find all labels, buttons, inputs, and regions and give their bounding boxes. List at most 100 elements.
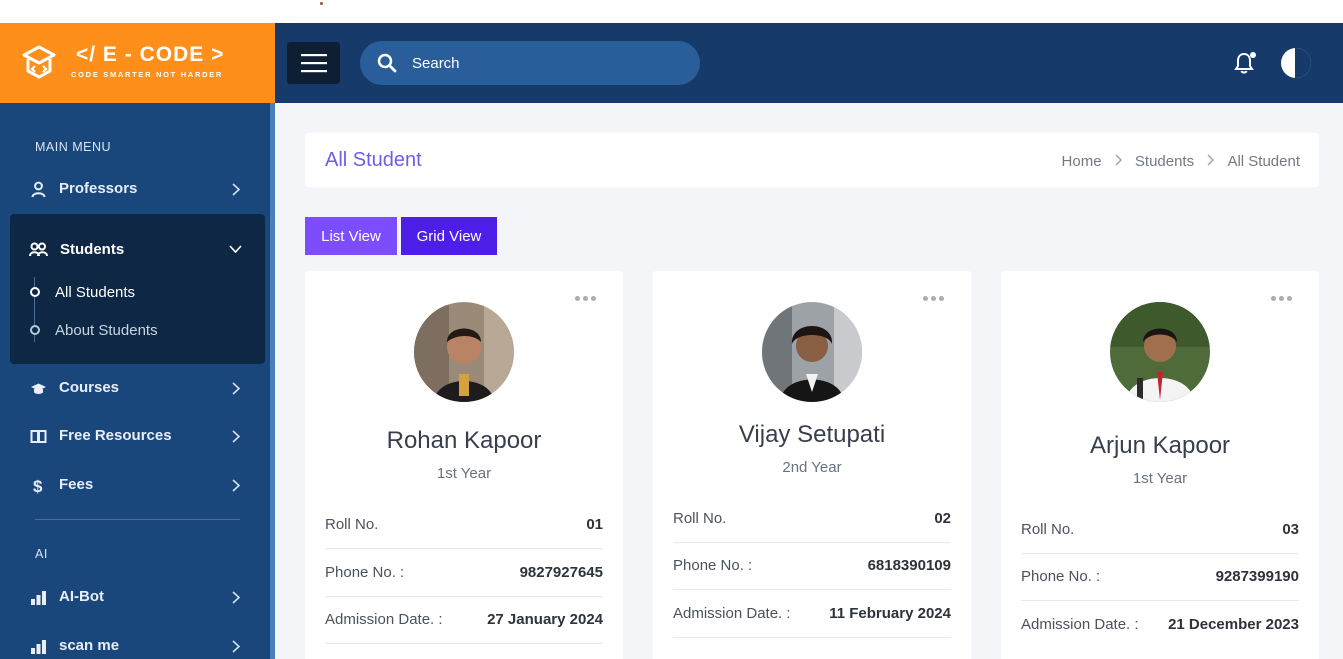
breadcrumb-home-link[interactable]: Home [1062, 153, 1102, 170]
student-name: Rohan Kapoor [386, 427, 542, 454]
sidebar-group-students: Students All Students About Students [10, 214, 265, 364]
user-icon [31, 181, 46, 198]
submenu-item-label: About Students [55, 322, 158, 339]
main-content: All Student Home Students All Student Li… [275, 103, 1343, 659]
more-options-icon[interactable] [1271, 295, 1295, 303]
student-photo [762, 302, 862, 402]
user-avatar[interactable] [1281, 48, 1311, 78]
sidebar-item-label: Courses [59, 379, 120, 396]
sidebar-item-label: Free Resources [59, 427, 172, 444]
sidebar-item-students[interactable]: Students [10, 232, 265, 268]
notification-dot [1250, 52, 1256, 58]
breadcrumb-current: All Student [1227, 152, 1300, 170]
sidebar-item-scan-me[interactable]: scan me [18, 628, 258, 659]
student-name: Vijay Setupati [738, 421, 886, 448]
sidebar-item-label: AI-Bot [59, 588, 104, 605]
search-bar [360, 41, 700, 85]
sidebar-item-ai-bot[interactable]: AI-Bot [18, 579, 258, 615]
sidebar-item-free-resources[interactable]: Free Resources [18, 418, 258, 454]
grid-view-button[interactable]: Grid View [401, 217, 497, 255]
top-strip [0, 0, 1343, 23]
submenu-item-label: All Students [55, 284, 136, 301]
roll-label: Roll No. [673, 510, 727, 527]
brand-tagline: CODE SMARTER NOT HARDER [71, 70, 224, 79]
phone-row: Phone No. : 9827927645 [325, 551, 603, 597]
sidebar-item-label: Professors [59, 180, 138, 197]
sidebar-item-professors[interactable]: Professors [18, 171, 258, 207]
phone-label: Phone No. : [673, 557, 753, 574]
phone-value: 9287399190 [1215, 568, 1299, 585]
page-title: All Student [325, 149, 422, 171]
student-card: Vijay Setupati 2nd Year Roll No. 02 Phon… [653, 271, 971, 659]
search-icon [377, 53, 397, 73]
roll-row: Roll No. 02 [673, 497, 951, 543]
menu-toggle-button[interactable] [287, 42, 340, 84]
roll-label: Roll No. [1021, 521, 1075, 538]
student-card: Arjun Kapoor 1st Year Roll No. 03 Phone … [1001, 271, 1319, 659]
admission-row: Admission Date. : 27 January 2024 [325, 598, 603, 644]
more-options-icon[interactable] [575, 295, 599, 303]
search-input[interactable] [412, 51, 672, 75]
sidebar-divider [35, 519, 240, 520]
student-name: Arjun Kapoor [1089, 432, 1231, 459]
chevron-right-icon [232, 591, 240, 604]
admission-label: Admission Date. : [1021, 616, 1139, 633]
brand-title: </ E - CODE > [76, 43, 225, 66]
logo-box-icon [22, 45, 56, 79]
chevron-right-icon [232, 430, 240, 443]
active-dot-icon [30, 287, 40, 297]
users-icon [29, 242, 48, 257]
admission-label: Admission Date. : [673, 605, 791, 622]
roll-value: 02 [934, 510, 951, 527]
chevron-right-icon [1115, 153, 1122, 170]
chevron-right-icon [1207, 153, 1215, 170]
chevron-right-icon [232, 640, 240, 653]
student-photo [414, 302, 514, 402]
top-header: </ E - CODE > CODE SMARTER NOT HARDER [0, 23, 1343, 103]
chevron-right-icon [232, 382, 240, 395]
roll-label: Roll No. [325, 516, 379, 533]
more-options-icon[interactable] [923, 295, 947, 303]
stray-dot [320, 2, 323, 5]
hamburger-icon [301, 54, 327, 73]
admission-value: 11 February 2024 [829, 605, 951, 622]
phone-label: Phone No. : [1021, 568, 1101, 585]
dollar-icon: $ [33, 477, 43, 494]
phone-row: Phone No. : 9287399190 [1021, 555, 1299, 601]
phone-row: Phone No. : 6818390109 [673, 544, 951, 590]
student-year: 2nd Year [782, 459, 842, 476]
sidebar-item-courses[interactable]: Courses [18, 370, 258, 406]
roll-row: Roll No. 03 [1021, 508, 1299, 554]
inactive-dot-icon [30, 325, 40, 335]
admission-value: 27 January 2024 [487, 611, 603, 628]
sidebar-item-label: Students [60, 241, 125, 258]
roll-value: 01 [586, 516, 603, 533]
breadcrumb: Home Students All Student [1062, 152, 1300, 170]
admission-value: 21 December 2023 [1168, 616, 1299, 633]
ai-heading: AI [35, 547, 48, 561]
sidebar: MAIN MENU Professors Courses Free Resour… [0, 103, 270, 659]
sidebar-item-fees[interactable]: $ Fees [18, 467, 258, 503]
roll-row: Roll No. 01 [325, 503, 603, 549]
list-view-button[interactable]: List View [305, 217, 397, 255]
admission-row: Admission Date. : 11 February 2024 [673, 592, 951, 638]
phone-value: 9827927645 [519, 564, 603, 581]
sidebar-item-label: Fees [59, 476, 94, 493]
bar-chart-icon [31, 591, 46, 605]
chevron-down-icon [229, 245, 242, 253]
roll-value: 03 [1282, 521, 1299, 538]
svg-text:$: $ [33, 477, 43, 494]
admission-label: Admission Date. : [325, 611, 443, 628]
graduation-cap-icon [31, 383, 46, 394]
student-card: Rohan Kapoor 1st Year Roll No. 01 Phone … [305, 271, 623, 659]
notifications-button[interactable] [1234, 52, 1256, 76]
student-year: 1st Year [436, 465, 492, 482]
breadcrumb-students-link[interactable]: Students [1135, 153, 1194, 170]
chevron-right-icon [232, 183, 240, 196]
phone-label: Phone No. : [325, 564, 405, 581]
student-year: 1st Year [1132, 470, 1188, 487]
admission-row: Admission Date. : 21 December 2023 [1021, 603, 1299, 649]
chevron-right-icon [232, 479, 240, 492]
brand-logo[interactable]: </ E - CODE > CODE SMARTER NOT HARDER [0, 23, 275, 103]
student-photo [1110, 302, 1210, 402]
